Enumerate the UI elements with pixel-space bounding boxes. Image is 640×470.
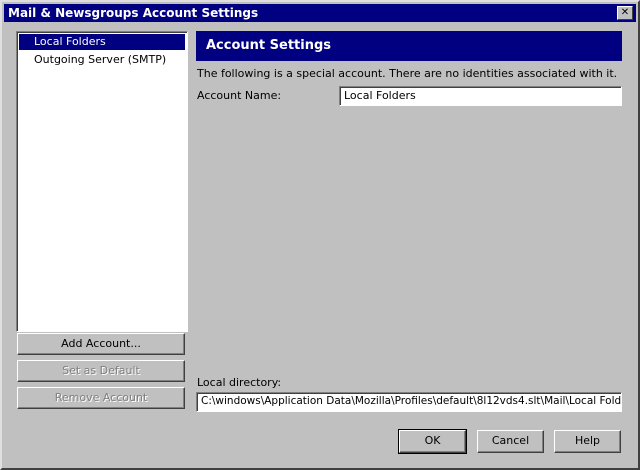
- local-directory-label: Local directory:: [197, 376, 282, 389]
- account-list[interactable]: Local Folders Outgoing Server (SMTP): [16, 31, 188, 332]
- special-account-info: The following is a special account. Ther…: [197, 67, 618, 80]
- panel-title: Account Settings: [196, 31, 622, 61]
- list-item-outgoing-server[interactable]: Outgoing Server (SMTP): [19, 52, 185, 68]
- local-directory-field[interactable]: C:\windows\Application Data\Mozilla\Prof…: [196, 392, 622, 412]
- window-title: Mail & Newsgroups Account Settings: [8, 6, 259, 20]
- ok-button[interactable]: OK: [399, 430, 466, 453]
- account-name-label: Account Name:: [197, 89, 282, 102]
- add-account-button[interactable]: Add Account...: [17, 333, 185, 355]
- account-name-field[interactable]: Local Folders: [339, 86, 622, 106]
- remove-account-button[interactable]: Remove Account: [17, 387, 185, 409]
- close-icon[interactable]: ✕: [617, 6, 633, 20]
- cancel-button[interactable]: Cancel: [477, 430, 544, 453]
- set-as-default-button[interactable]: Set as Default: [17, 360, 185, 382]
- help-button[interactable]: Help: [554, 430, 621, 453]
- list-item-local-folders[interactable]: Local Folders: [19, 34, 185, 50]
- title-bar[interactable]: Mail & Newsgroups Account Settings ✕: [4, 4, 636, 22]
